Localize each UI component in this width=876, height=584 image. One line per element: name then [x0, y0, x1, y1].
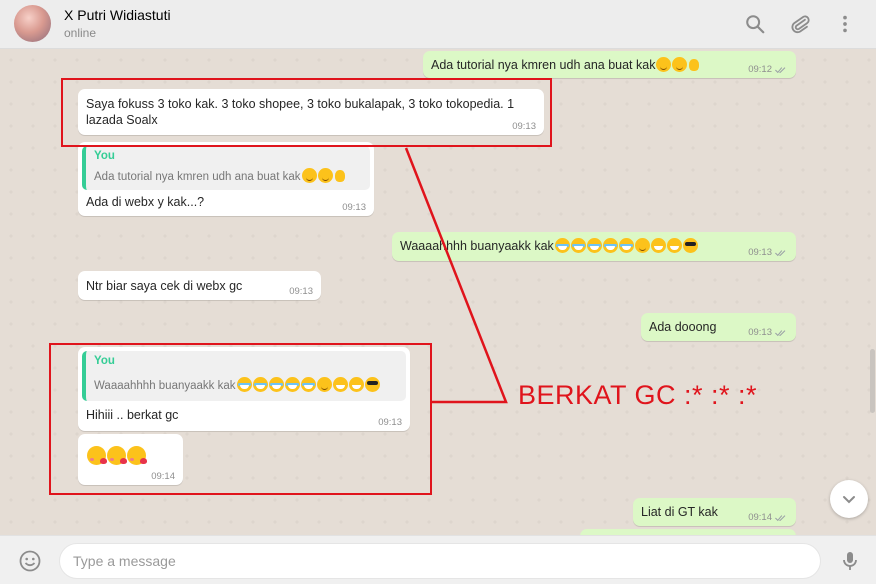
composer-bar: [0, 535, 876, 584]
highlight-box: [61, 78, 552, 147]
scrollbar-thumb[interactable]: [870, 349, 875, 413]
message-text: Ada di webx y kak...?: [86, 195, 205, 209]
attach-icon[interactable]: [789, 13, 811, 35]
message-text: Liat di GT kak: [641, 505, 718, 519]
emoji-row: [655, 57, 700, 72]
chevron-down-icon: [843, 496, 855, 504]
message-text: Ada dooong: [649, 320, 717, 334]
emoji-row: [554, 238, 698, 253]
emoji-picker-icon[interactable]: [18, 549, 42, 573]
read-receipt-icon: [775, 67, 786, 74]
message-bubble[interactable]: Waaaahhhh buanyaakk kak 09:13: [392, 232, 796, 261]
annotation-text: BERKAT GC :* :* :*: [518, 380, 758, 410]
contact-status: online: [64, 26, 97, 40]
contact-avatar[interactable]: [14, 5, 51, 42]
read-receipt-icon: [775, 250, 786, 257]
message-text: Ntr biar saya cek di webx gc: [86, 279, 243, 293]
quote-author: You: [94, 150, 115, 162]
menu-icon[interactable]: [834, 13, 856, 35]
message-input[interactable]: [59, 543, 821, 579]
laughing-emoji-icon: [554, 238, 570, 253]
grin-emoji-icon: [650, 238, 666, 253]
message-bubble[interactable]: Ada dooong 09:13: [641, 313, 796, 341]
quoted-message[interactable]: You Ada tutorial nya kmren udh ana buat …: [82, 146, 370, 190]
read-receipt-icon: [775, 515, 786, 522]
scroll-down-button[interactable]: [830, 480, 868, 518]
grin-emoji-icon: [666, 238, 682, 253]
message-time: 09:12: [748, 64, 772, 75]
laughing-emoji-icon: [586, 238, 602, 253]
highlight-box: [49, 343, 432, 495]
chat-header: X Putri Widiastuti online: [0, 0, 876, 49]
ok-hand-emoji-icon: [334, 168, 346, 183]
laughing-emoji-icon: [570, 238, 586, 253]
contact-name[interactable]: X Putri Widiastuti: [64, 7, 171, 23]
message-text: Ada tutorial nya kmren udh ana buat kak: [431, 57, 700, 73]
search-icon[interactable]: [744, 13, 766, 35]
smile-emoji-icon: [672, 57, 688, 72]
message-bubble[interactable]: Ada tutorial nya kmren udh ana buat kak …: [423, 51, 796, 78]
smile-emoji-icon: [301, 168, 317, 183]
message-text: Waaaahhhh buanyaakk kak: [400, 238, 698, 254]
microphone-icon[interactable]: [838, 549, 862, 573]
message-bubble[interactable]: You Ada tutorial nya kmren udh ana buat …: [78, 142, 374, 216]
smile-emoji-icon: [634, 238, 650, 253]
message-time: 09:14: [748, 512, 772, 523]
read-receipt-icon: [775, 330, 786, 337]
message-time: 09:13: [289, 286, 313, 297]
sunglasses-emoji-icon: [682, 238, 698, 253]
quote-text: Ada tutorial nya kmren udh ana buat kak: [94, 168, 346, 183]
laughing-emoji-icon: [618, 238, 634, 253]
message-time: 09:13: [748, 247, 772, 258]
message-bubble[interactable]: Liat di GT kak 09:14: [633, 498, 796, 526]
chat-panel[interactable]: Ada tutorial nya kmren udh ana buat kak …: [0, 49, 876, 535]
message-bubble[interactable]: Ntr biar saya cek di webx gc 09:13: [78, 271, 321, 300]
message-time: 09:13: [342, 202, 366, 213]
ok-hand-emoji-icon: [688, 57, 700, 72]
smile-emoji-icon: [656, 57, 672, 72]
laughing-emoji-icon: [602, 238, 618, 253]
smile-emoji-icon: [317, 168, 333, 183]
message-time: 09:13: [748, 327, 772, 338]
